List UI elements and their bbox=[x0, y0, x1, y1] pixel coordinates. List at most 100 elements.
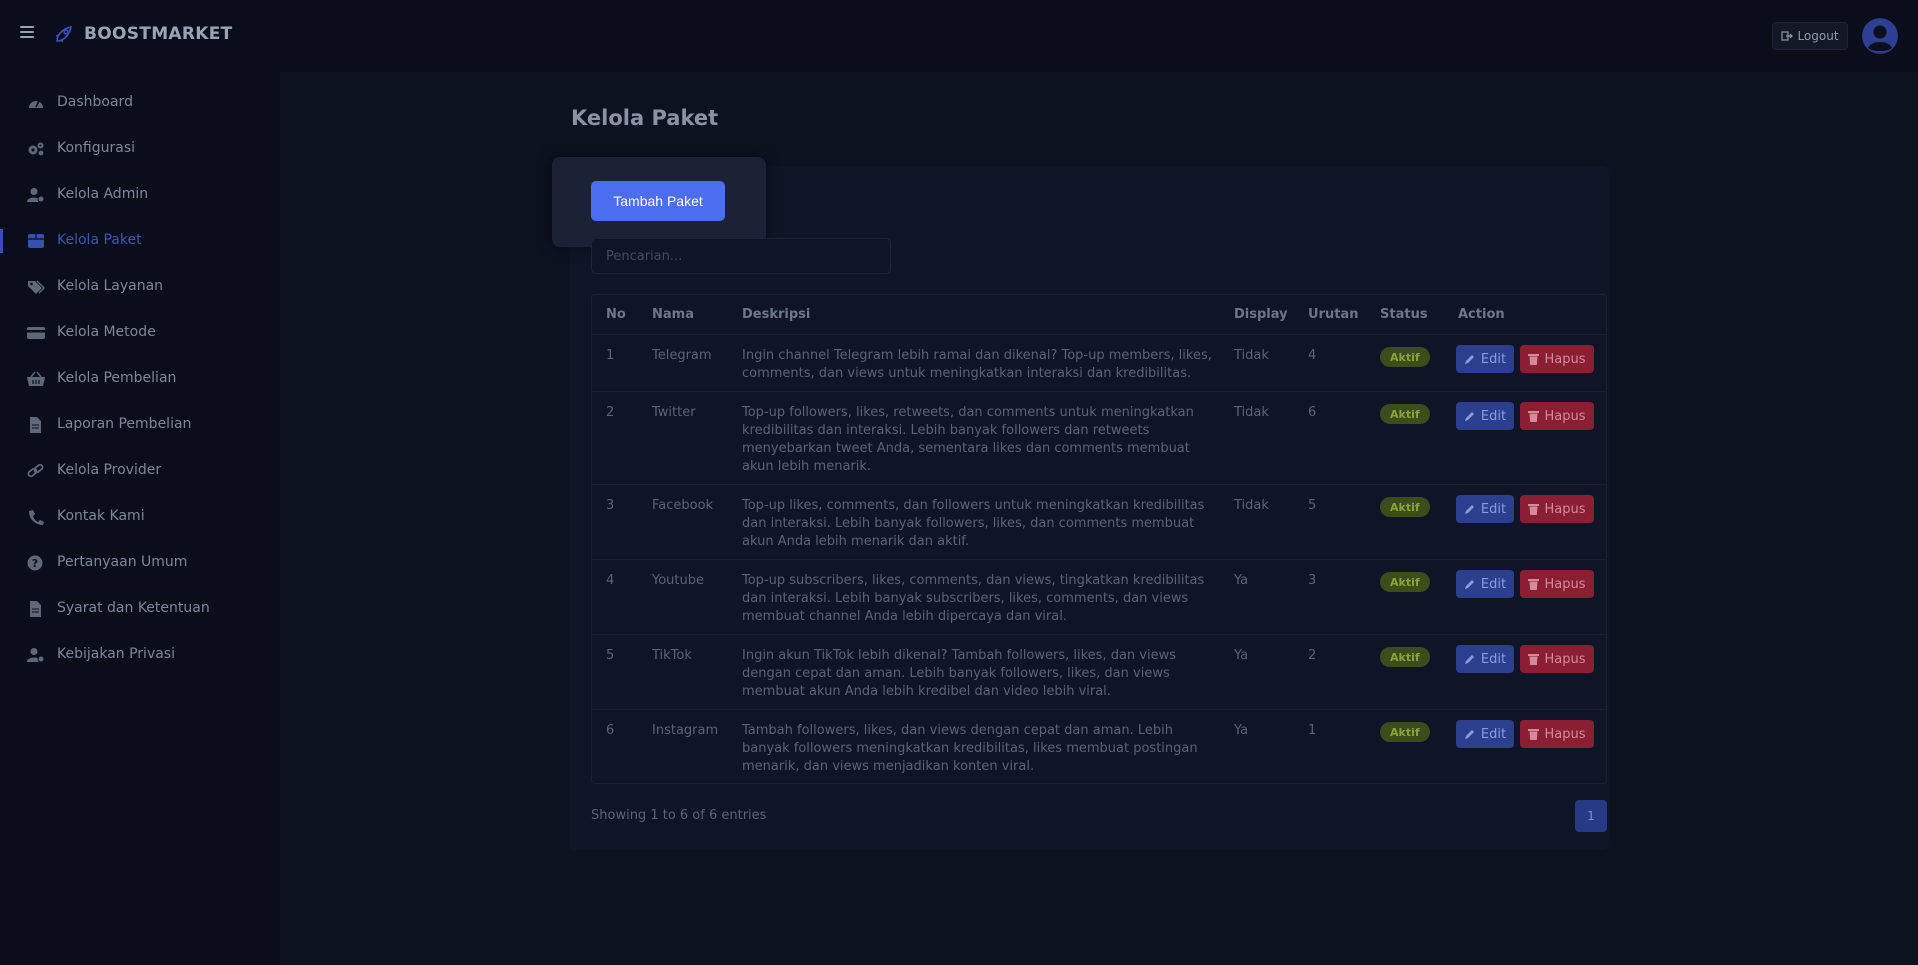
cell-no: 2 bbox=[606, 405, 615, 420]
edit-button[interactable]: Edit bbox=[1456, 645, 1514, 673]
trash-icon bbox=[1528, 504, 1540, 515]
sidebar-item-laporan-pembelian[interactable]: Laporan Pembelian bbox=[0, 407, 280, 443]
status-badge: Aktif bbox=[1380, 647, 1430, 667]
trash-icon bbox=[1528, 354, 1540, 365]
sidebar-item-kontak-kami[interactable]: Kontak Kami bbox=[0, 499, 280, 535]
svg-text:?: ? bbox=[32, 557, 38, 570]
sidebar-item-konfigurasi[interactable]: Konfigurasi bbox=[0, 131, 280, 167]
user-circle-icon bbox=[1862, 18, 1898, 54]
pencil-icon bbox=[1464, 655, 1474, 664]
brand-logo[interactable]: BOOSTMARKET bbox=[52, 22, 233, 46]
sidebar-item-label: Konfigurasi bbox=[57, 140, 136, 156]
cell-urutan: 2 bbox=[1308, 648, 1317, 663]
table-row: 2 Twitter Top-up followers, likes, retwe… bbox=[592, 392, 1606, 485]
pencil-icon bbox=[1464, 505, 1474, 514]
sidebar-item-syarat-dan-ketentuan[interactable]: Syarat dan Ketentuan bbox=[0, 591, 280, 627]
user-gear-icon bbox=[27, 188, 45, 203]
edit-button[interactable]: Edit bbox=[1456, 570, 1514, 598]
sidebar-item-kebijakan-privasi[interactable]: Kebijakan Privasi bbox=[0, 637, 280, 673]
edit-label: Edit bbox=[1480, 351, 1507, 367]
cell-nama: TikTok bbox=[652, 648, 692, 663]
cell-display: Tidak bbox=[1234, 498, 1269, 513]
trash-icon bbox=[1528, 579, 1540, 590]
search-input[interactable] bbox=[591, 238, 891, 274]
sidebar-item-label: Kelola Metode bbox=[57, 324, 156, 340]
cell-no: 5 bbox=[606, 648, 615, 663]
sidebar-item-kelola-metode[interactable]: Kelola Metode bbox=[0, 315, 280, 351]
status-badge: Aktif bbox=[1380, 497, 1430, 517]
cell-urutan: 5 bbox=[1308, 498, 1317, 513]
cell-no: 6 bbox=[606, 723, 615, 738]
table-row: 6 Instagram Tambah followers, likes, dan… bbox=[592, 710, 1606, 784]
cell-display: Ya bbox=[1234, 573, 1249, 588]
delete-button[interactable]: Hapus bbox=[1520, 345, 1594, 373]
sidebar-item-label: Kelola Layanan bbox=[57, 278, 164, 294]
edit-label: Edit bbox=[1480, 576, 1507, 592]
sidebar-item-pertanyaan-umum[interactable]: ? Pertanyaan Umum bbox=[0, 545, 280, 581]
pagination-page-1[interactable]: 1 bbox=[1575, 800, 1607, 832]
delete-button[interactable]: Hapus bbox=[1520, 645, 1594, 673]
sidebar-item-label: Laporan Pembelian bbox=[57, 416, 192, 432]
logout-label: Logout bbox=[1797, 29, 1839, 43]
cell-no: 4 bbox=[606, 573, 615, 588]
sidebar-item-label: Kelola Admin bbox=[57, 186, 149, 202]
sidebar-item-label: Kelola Pembelian bbox=[57, 370, 177, 386]
edit-button[interactable]: Edit bbox=[1456, 345, 1514, 373]
cell-display: Tidak bbox=[1234, 405, 1269, 420]
cell-nama: Instagram bbox=[652, 723, 719, 738]
cell-deskripsi: Top-up followers, likes, retweets, dan c… bbox=[742, 405, 1194, 474]
sidebar-item-kelola-paket[interactable]: Kelola Paket bbox=[0, 223, 280, 259]
delete-label: Hapus bbox=[1544, 726, 1586, 742]
status-badge: Aktif bbox=[1380, 404, 1430, 424]
sidebar-item-label: Kebijakan Privasi bbox=[57, 646, 175, 662]
sidebar-item-dashboard[interactable]: Dashboard bbox=[0, 85, 280, 121]
column-header-urutan: Urutan bbox=[1308, 307, 1359, 322]
table-header: No Nama Deskripsi Display Urutan Status … bbox=[592, 295, 1606, 335]
page-title: Kelola Paket bbox=[571, 106, 719, 130]
table-row: 1 Telegram Ingin channel Telegram lebih … bbox=[592, 335, 1606, 392]
top-bar: BOOSTMARKET Logout bbox=[0, 0, 1918, 72]
sidebar-item-kelola-layanan[interactable]: Kelola Layanan bbox=[0, 269, 280, 305]
menu-toggle-icon[interactable] bbox=[20, 26, 34, 38]
logout-button[interactable]: Logout bbox=[1772, 22, 1848, 50]
cell-display: Tidak bbox=[1234, 348, 1269, 363]
sidebar-item-kelola-pembelian[interactable]: Kelola Pembelian bbox=[0, 361, 280, 397]
sidebar-item-label: Dashboard bbox=[57, 94, 133, 110]
delete-label: Hapus bbox=[1544, 501, 1586, 517]
pencil-icon bbox=[1464, 580, 1474, 589]
trash-icon bbox=[1528, 654, 1540, 665]
cell-no: 1 bbox=[606, 348, 615, 363]
sign-out-icon bbox=[1781, 31, 1794, 41]
edit-label: Edit bbox=[1480, 726, 1507, 742]
edit-label: Edit bbox=[1480, 501, 1507, 517]
cell-deskripsi: Top-up likes, comments, dan followers un… bbox=[742, 498, 1205, 549]
edit-label: Edit bbox=[1480, 408, 1507, 424]
delete-label: Hapus bbox=[1544, 651, 1586, 667]
delete-label: Hapus bbox=[1544, 576, 1586, 592]
file-icon bbox=[30, 417, 41, 433]
gauge-icon bbox=[29, 100, 43, 108]
trash-icon bbox=[1528, 411, 1540, 422]
delete-button[interactable]: Hapus bbox=[1520, 402, 1594, 430]
table-row: 3 Facebook Top-up likes, comments, dan f… bbox=[592, 485, 1606, 560]
cell-nama: Twitter bbox=[652, 405, 696, 420]
pencil-icon bbox=[1464, 355, 1474, 364]
delete-button[interactable]: Hapus bbox=[1520, 495, 1594, 523]
column-header-nama: Nama bbox=[652, 307, 694, 322]
sidebar-item-kelola-provider[interactable]: Kelola Provider bbox=[0, 453, 280, 489]
edit-button[interactable]: Edit bbox=[1456, 402, 1514, 430]
sidebar-item-kelola-admin[interactable]: Kelola Admin bbox=[0, 177, 280, 213]
delete-button[interactable]: Hapus bbox=[1520, 570, 1594, 598]
table-info: Showing 1 to 6 of 6 entries bbox=[591, 808, 767, 823]
column-header-deskripsi: Deskripsi bbox=[742, 307, 811, 322]
add-package-button[interactable]: Tambah Paket bbox=[591, 181, 725, 221]
delete-button[interactable]: Hapus bbox=[1520, 720, 1594, 748]
user-gear-icon bbox=[27, 648, 45, 663]
sidebar-item-label: Syarat dan Ketentuan bbox=[57, 600, 210, 616]
cell-urutan: 1 bbox=[1308, 723, 1317, 738]
edit-button[interactable]: Edit bbox=[1456, 720, 1514, 748]
edit-button[interactable]: Edit bbox=[1456, 495, 1514, 523]
sidebar: Dashboard Konfigurasi Kelola Admin Kelol… bbox=[0, 72, 280, 965]
cell-no: 3 bbox=[606, 498, 615, 513]
user-avatar[interactable] bbox=[1862, 18, 1898, 54]
